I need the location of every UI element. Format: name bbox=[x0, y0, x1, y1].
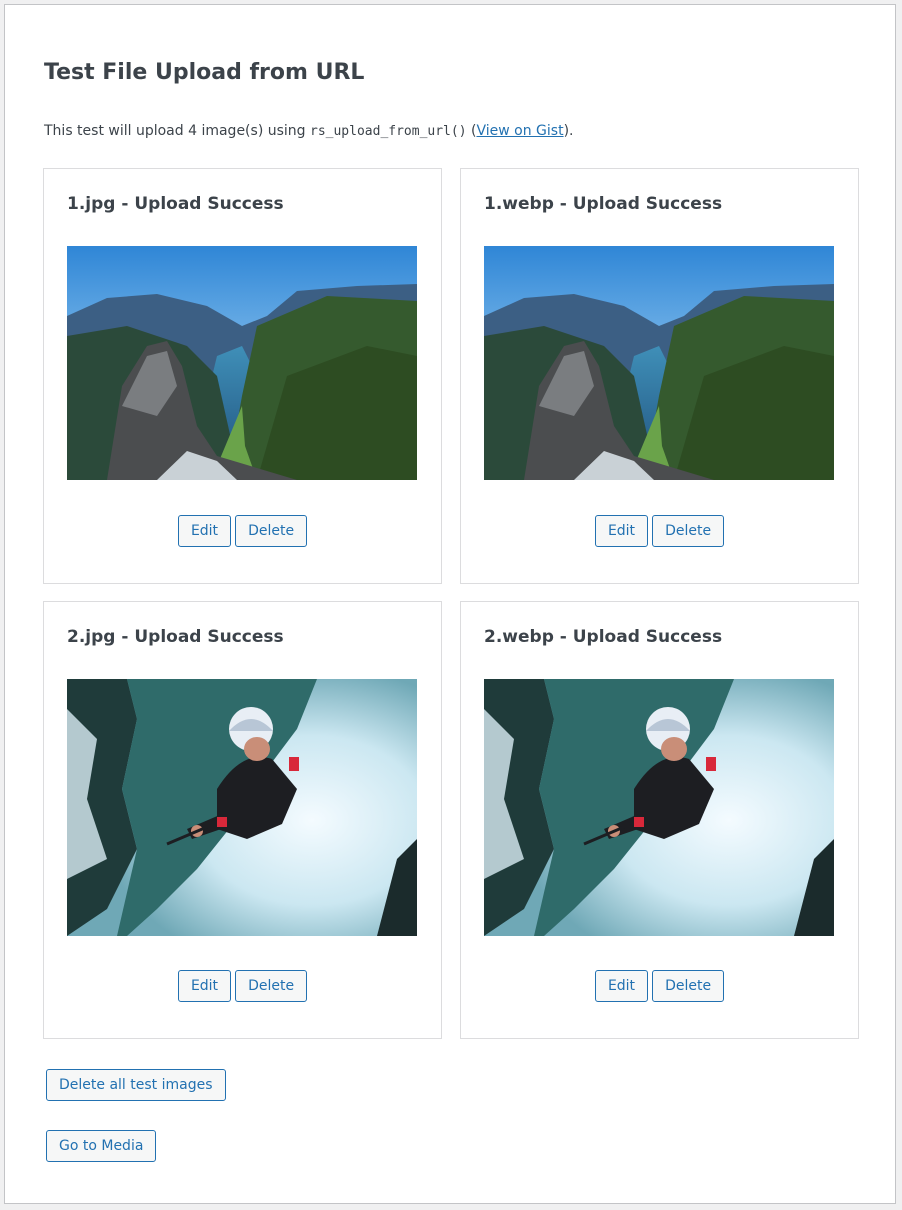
edit-button[interactable]: Edit bbox=[594, 515, 649, 547]
go-to-media-button[interactable]: Go to Media bbox=[46, 1130, 157, 1162]
canyoneer-image bbox=[67, 679, 417, 936]
card-actions: Edit Delete bbox=[44, 515, 441, 547]
upload-card: 2.jpg - Upload Success Edit Delete bbox=[43, 601, 442, 1039]
card-title: 2.jpg - Upload Success bbox=[67, 627, 284, 647]
card-actions: Edit Delete bbox=[461, 515, 858, 547]
card-title: 2.webp - Upload Success bbox=[484, 627, 723, 647]
delete-button[interactable]: Delete bbox=[235, 515, 308, 547]
edit-button[interactable]: Edit bbox=[177, 515, 232, 547]
card-title: 1.webp - Upload Success bbox=[484, 194, 723, 214]
view-on-gist-link[interactable]: View on Gist bbox=[476, 123, 563, 139]
page-title: Test File Upload from URL bbox=[44, 60, 365, 85]
main-panel: Test File Upload from URL This test will… bbox=[4, 4, 896, 1204]
upload-card: 1.webp - Upload Success Edit Delete bbox=[460, 168, 859, 584]
delete-all-test-images-button[interactable]: Delete all test images bbox=[46, 1069, 226, 1101]
intro-text: This test will upload 4 image(s) using r… bbox=[44, 123, 573, 139]
intro-prefix: This test will upload 4 image(s) using bbox=[44, 123, 310, 139]
delete-button[interactable]: Delete bbox=[235, 970, 308, 1002]
fjord-image bbox=[484, 246, 834, 480]
card-actions: Edit Delete bbox=[44, 970, 441, 1002]
edit-button[interactable]: Edit bbox=[594, 970, 649, 1002]
upload-card: 2.webp - Upload Success Edit Delete bbox=[460, 601, 859, 1039]
function-code: rs_upload_from_url() bbox=[310, 124, 467, 139]
delete-button[interactable]: Delete bbox=[652, 970, 725, 1002]
card-actions: Edit Delete bbox=[461, 970, 858, 1002]
intro-paren: ( bbox=[466, 123, 477, 139]
upload-card: 1.jpg - Upload Success Edit Delete bbox=[43, 168, 442, 584]
card-title: 1.jpg - Upload Success bbox=[67, 194, 284, 214]
fjord-image bbox=[67, 246, 417, 480]
intro-suffix: ). bbox=[563, 123, 574, 139]
delete-button[interactable]: Delete bbox=[652, 515, 725, 547]
edit-button[interactable]: Edit bbox=[177, 970, 232, 1002]
canyoneer-image bbox=[484, 679, 834, 936]
